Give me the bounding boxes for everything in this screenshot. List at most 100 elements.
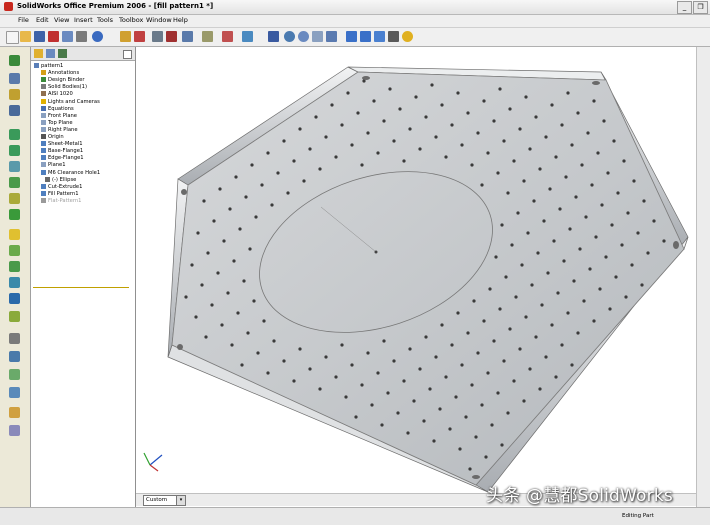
zoom-in-out-icon[interactable] <box>312 31 323 42</box>
help-icon[interactable] <box>242 31 253 42</box>
tree-item[interactable]: Design Binder <box>41 77 84 84</box>
hole <box>560 123 564 127</box>
rib-icon[interactable] <box>9 245 20 256</box>
menu-view[interactable]: View <box>54 16 69 24</box>
grid-icon[interactable] <box>152 31 163 42</box>
restore-button[interactable]: ❐ <box>693 1 708 14</box>
standard-views-icon[interactable] <box>346 31 357 42</box>
open-folder-icon[interactable] <box>20 31 31 42</box>
more-tools-icon[interactable] <box>9 425 20 436</box>
menu-file[interactable]: File <box>18 16 29 24</box>
sketch-icon[interactable] <box>9 55 20 66</box>
loft-icon[interactable] <box>9 177 20 188</box>
cut-icon[interactable] <box>76 31 87 42</box>
vertical-scrollbar[interactable] <box>696 47 710 507</box>
hole <box>612 139 616 143</box>
feature-manager-tree: pattern1 Annotations Design Binder Solid Bo… <box>31 47 136 507</box>
shell-icon[interactable] <box>9 229 20 240</box>
revolve-icon[interactable] <box>9 145 20 156</box>
hole <box>382 119 386 123</box>
save-icon[interactable] <box>34 31 45 42</box>
tree-item[interactable]: Flat-Pattern1 <box>41 197 82 205</box>
new-document-icon[interactable] <box>6 31 19 44</box>
reference-geometry-icon[interactable] <box>9 333 20 344</box>
curves-icon[interactable] <box>9 351 20 362</box>
minimize-button[interactable]: _ <box>677 1 692 14</box>
hole <box>308 367 312 371</box>
tree-item-label: M6 Clearance Hole1 <box>48 169 101 176</box>
property-manager-tab-icon[interactable] <box>46 49 55 58</box>
custom-view-tab[interactable]: Custom <box>143 495 177 506</box>
linear-pattern-icon[interactable] <box>9 293 20 304</box>
chamfer-icon[interactable] <box>9 209 20 220</box>
menu-toolbox[interactable]: Toolbox <box>119 16 143 24</box>
print-preview-icon[interactable] <box>62 31 73 42</box>
sheet-metal-part-model[interactable] <box>136 47 696 507</box>
tree-item[interactable]: Plane1 <box>41 162 66 169</box>
tree-item-label: Flat-Pattern1 <box>48 197 82 204</box>
select-icon[interactable] <box>268 31 279 42</box>
hole <box>538 387 542 391</box>
tree-item[interactable]: Annotations <box>41 70 79 77</box>
isometric-icon[interactable] <box>360 31 371 42</box>
section-view-icon[interactable] <box>388 31 399 42</box>
sheet-metal-tools-icon[interactable] <box>9 387 20 398</box>
tree-item[interactable]: Top Plane <box>41 119 73 127</box>
tree-item[interactable]: Equations <box>41 105 74 113</box>
surfaces-icon[interactable] <box>9 369 20 380</box>
tree-item[interactable]: Right Plane <box>41 126 78 134</box>
line-icon[interactable] <box>9 89 20 100</box>
tree-item[interactable]: M6 Clearance Hole1 <box>41 169 101 177</box>
menu-window[interactable]: Window <box>146 16 172 24</box>
zoom-area-icon[interactable] <box>298 31 309 42</box>
tree-item[interactable]: pattern1 <box>34 63 63 70</box>
tree-item[interactable]: Origin <box>41 134 64 141</box>
tree-item[interactable]: Fill Pattern1 <box>41 190 79 198</box>
hole <box>466 331 470 335</box>
undo-icon[interactable] <box>92 31 103 42</box>
sweep-icon[interactable] <box>9 161 20 172</box>
tree-item[interactable]: Front Plane <box>41 112 77 120</box>
tree-item[interactable]: Base-Flange1 <box>41 148 83 155</box>
display-icon[interactable] <box>166 31 177 42</box>
configuration-manager-tab-icon[interactable] <box>58 49 67 58</box>
tree-item[interactable]: Lights and Cameras <box>41 98 100 106</box>
menu-tools[interactable]: Tools <box>97 16 113 24</box>
rollback-bar[interactable] <box>33 287 129 288</box>
tree-item[interactable]: (-) Ellipse <box>45 176 76 184</box>
menu-insert[interactable]: Insert <box>74 16 93 24</box>
instant3d-icon[interactable] <box>9 407 20 418</box>
graphics-area[interactable] <box>136 47 696 507</box>
shaded-icon[interactable] <box>374 31 385 42</box>
rectangle-icon[interactable] <box>9 105 20 116</box>
tree-item[interactable]: Cut-Extrude1 <box>41 183 82 191</box>
zoom-to-fit-icon[interactable] <box>284 31 295 42</box>
print-icon[interactable] <box>48 31 59 42</box>
rotate-view-icon[interactable] <box>326 31 337 42</box>
extruded-boss-icon[interactable] <box>9 129 20 140</box>
view-icon[interactable] <box>182 31 193 42</box>
options-icon[interactable] <box>134 31 145 42</box>
tree-item[interactable]: Solid Bodies(1) <box>41 84 87 91</box>
menu-edit[interactable]: Edit <box>36 16 49 24</box>
appearance-icon[interactable] <box>402 31 413 42</box>
hole <box>616 191 620 195</box>
hole <box>222 239 226 243</box>
hole-icon[interactable] <box>9 277 20 288</box>
feature-manager-tab-icon[interactable] <box>34 49 43 58</box>
rebuild-icon[interactable] <box>120 31 131 42</box>
tree-panel-button[interactable] <box>123 50 132 59</box>
smart-dimension-icon[interactable] <box>9 73 20 84</box>
tree-item[interactable]: Sheet-Metal1 <box>41 141 83 148</box>
tree-item[interactable]: AISI 1020 <box>41 91 73 98</box>
mirror-icon[interactable] <box>9 311 20 322</box>
hole <box>470 383 474 387</box>
fillet-icon[interactable] <box>9 193 20 204</box>
draft-icon[interactable] <box>9 261 20 272</box>
custom-dropdown-arrow[interactable]: ▾ <box>176 495 186 506</box>
tree-item[interactable]: Edge-Flange1 <box>41 155 84 162</box>
status-mode: Editing Part <box>622 513 654 519</box>
photoworks-icon[interactable] <box>222 31 233 42</box>
menu-help[interactable]: Help <box>173 16 188 24</box>
relations-icon[interactable] <box>202 31 213 42</box>
